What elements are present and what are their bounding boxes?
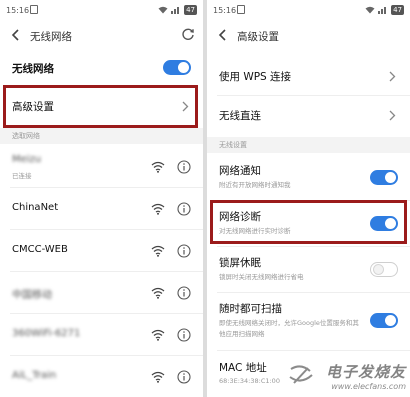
network-row[interactable]: 中国移动 (0, 272, 203, 314)
wifi-toggle-row[interactable]: 无线网络 (0, 54, 203, 82)
setting-toggle[interactable] (370, 170, 398, 185)
setting-title: 随时都可扫描 (219, 303, 282, 315)
info-icon[interactable] (177, 244, 191, 258)
divider (217, 350, 410, 351)
wps-label: 使用 WPS 连接 (219, 71, 292, 83)
network-name: 360WiFi-6271 (12, 328, 81, 339)
advanced-settings-highlight (3, 85, 198, 128)
status-time: 15:16 (213, 6, 237, 15)
setting-row[interactable]: 随时都可扫描即使无线网络关闭时，允许Google位置服务和其他应用扫描网络 (207, 295, 410, 351)
divider (217, 95, 410, 96)
title-bar: 无线网络 (0, 22, 203, 48)
network-row[interactable]: ChinaNet (0, 188, 203, 230)
setting-row[interactable]: 锁屏休眠锁屏时关闭无线网络进行省电 (207, 249, 410, 293)
wifi-signal-icon (151, 203, 165, 215)
wifi-toggle-label: 无线网络 (12, 63, 54, 75)
title-bar: 高级设置 (207, 22, 410, 48)
setting-description: 即使无线网络关闭时，允许Google位置服务和其他应用扫描网络 (219, 319, 359, 338)
setting-title: 网络通知 (219, 165, 261, 177)
network-name: AiL_Train (12, 370, 57, 381)
network-diagnosis-highlight (210, 200, 407, 244)
network-row[interactable]: CMCC-WEB (0, 230, 203, 272)
wifi-direct-row[interactable]: 无线直连 (207, 97, 410, 133)
wifi-screen: 15:16 47 无线网络 无线网络 高级设置 选取网络 Meizu 已连接 Chi… (0, 0, 203, 397)
info-icon[interactable] (177, 328, 191, 342)
wifi-toggle[interactable] (163, 60, 191, 75)
network-row[interactable]: 360WiFi-6271 (0, 314, 203, 356)
network-row[interactable]: AiL_Train (0, 356, 203, 397)
network-status: 已连接 (12, 172, 32, 180)
battery-icon: 47 (184, 5, 197, 15)
network-name: Meizu (12, 154, 42, 165)
wireless-section-label: 无线设置 (219, 141, 247, 149)
info-icon[interactable] (177, 202, 191, 216)
sim-icon (237, 5, 245, 14)
setting-toggle[interactable] (370, 262, 398, 277)
network-name: 中国移动 (12, 290, 52, 301)
watermark: 电子发烧友 www.elecfans.com (326, 361, 406, 391)
info-icon[interactable] (177, 160, 191, 174)
divider (217, 292, 410, 293)
setting-toggle[interactable] (370, 313, 398, 328)
chevron-right-icon (389, 71, 396, 82)
sim-icon (30, 5, 38, 14)
networks-section-label: 选取网络 (12, 132, 40, 140)
status-icons: 47 (365, 5, 404, 15)
status-time: 15:16 (6, 6, 30, 15)
wifi-signal-icon (151, 287, 165, 299)
wifi-signal-icon (151, 371, 165, 383)
setting-description: 锁屏时关闭无线网络进行省电 (219, 273, 304, 281)
watermark-title: 电子发烧友 (325, 363, 406, 381)
back-arrow-icon[interactable] (10, 28, 22, 42)
mac-address-label: MAC 地址 (219, 362, 267, 374)
setting-row[interactable]: 网络通知附近有开放网络时通知我 (207, 157, 410, 201)
network-row[interactable]: Meizu 已连接 (0, 146, 203, 188)
setting-title: 锁屏休眠 (219, 257, 261, 269)
setting-description: 附近有开放网络时通知我 (219, 181, 291, 189)
watermark-logo-icon (289, 365, 313, 384)
watermark-url: www.elecfans.com (331, 382, 406, 391)
networks-section-header: 选取网络 (0, 128, 203, 144)
chevron-right-icon (389, 110, 396, 121)
status-bar: 15:16 47 (207, 0, 410, 22)
network-name: CMCC-WEB (12, 244, 68, 255)
wifi-signal-icon (151, 161, 165, 173)
refresh-icon[interactable] (181, 27, 195, 41)
signal-icon (378, 7, 387, 14)
info-icon[interactable] (177, 286, 191, 300)
mac-address-value: 68:3E:34:38:C1:00 (219, 377, 280, 385)
divider (217, 246, 410, 247)
network-name: ChinaNet (12, 202, 59, 213)
advanced-settings-screen: 15:16 47 高级设置 使用 WPS 连接 无线直连 无线设置 网络通知附近… (207, 0, 410, 397)
wifi-signal-icon (151, 245, 165, 257)
back-arrow-icon[interactable] (217, 28, 229, 42)
wireless-section-header: 无线设置 (207, 137, 410, 153)
wifi-status-icon (365, 6, 375, 14)
wps-row[interactable]: 使用 WPS 连接 (207, 60, 410, 94)
page-title: 无线网络 (30, 31, 72, 43)
signal-icon (171, 7, 180, 14)
wifi-signal-icon (151, 329, 165, 341)
status-bar: 15:16 47 (0, 0, 203, 22)
battery-icon: 47 (391, 5, 404, 15)
wifi-status-icon (158, 6, 168, 14)
page-title: 高级设置 (237, 31, 279, 43)
wifi-direct-label: 无线直连 (219, 110, 261, 122)
status-icons: 47 (158, 5, 197, 15)
info-icon[interactable] (177, 370, 191, 384)
